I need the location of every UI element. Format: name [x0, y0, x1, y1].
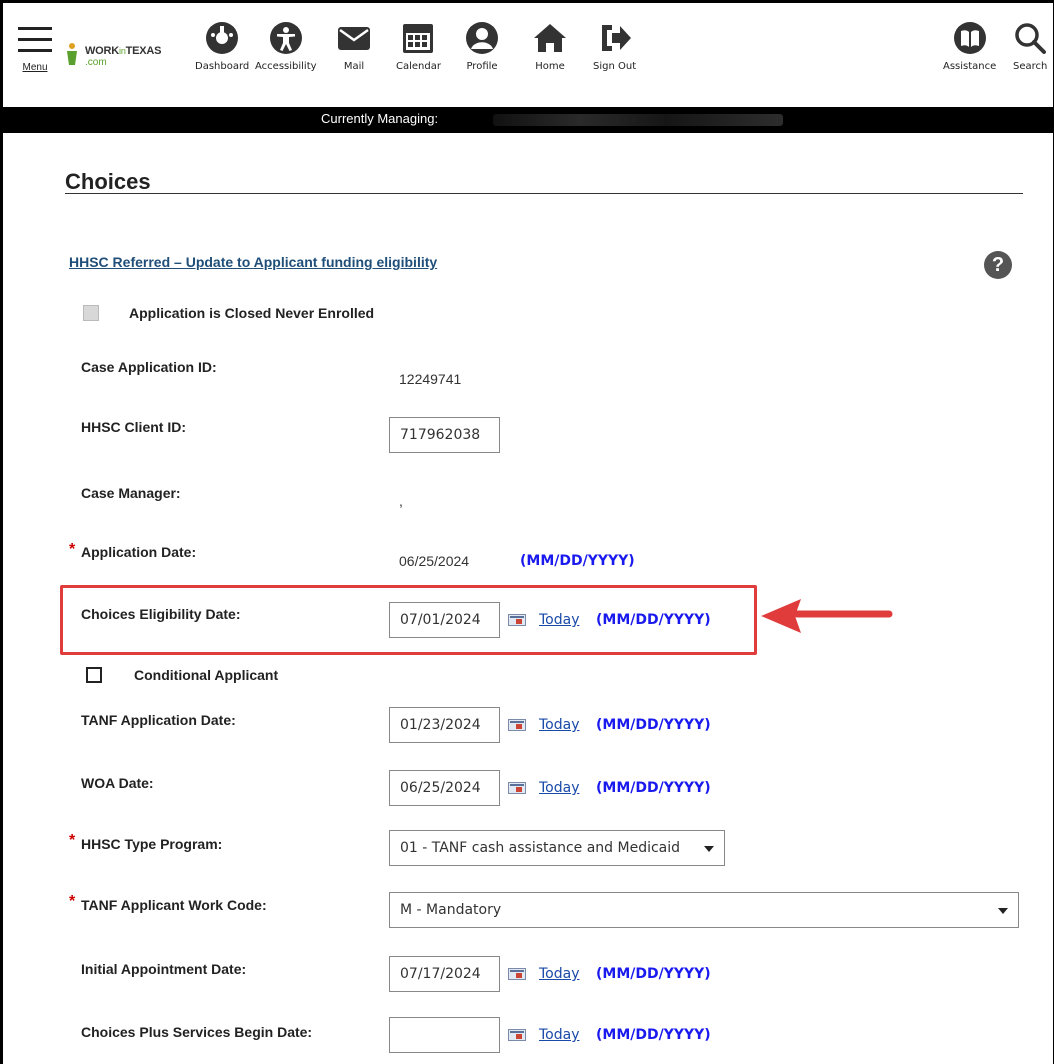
initial-appointment-date-format: (MM/DD/YYYY): [596, 966, 711, 982]
logo-in: in: [119, 46, 126, 56]
woa-date-label: WOA Date:: [81, 775, 154, 791]
page-title: Choices: [65, 169, 151, 194]
red-arrow-icon: [761, 599, 893, 633]
nav-dashboard-label: Dashboard: [195, 61, 250, 72]
case-manager-label: Case Manager:: [81, 485, 181, 501]
initial-appointment-date-label: Initial Appointment Date:: [81, 961, 247, 977]
hhsc-type-program-label: HHSC Type Program:: [81, 836, 223, 852]
hamburger-icon: [18, 27, 52, 52]
title-divider: [65, 193, 1023, 194]
nav-home[interactable]: Home: [533, 21, 567, 72]
application-date-format: (MM/DD/YYYY): [520, 553, 635, 569]
nav-accessibility-label: Accessibility: [255, 61, 317, 72]
choices-plus-begin-date-field[interactable]: [389, 1017, 500, 1053]
redacted-name: [493, 114, 783, 126]
case-manager-value: ,: [399, 493, 403, 509]
nav-accessibility[interactable]: Accessibility: [255, 21, 317, 72]
search-icon: [1015, 23, 1047, 54]
calendar-icon: [403, 24, 434, 53]
hhsc-type-program-select[interactable]: 01 - TANF cash assistance and Medicaid: [389, 830, 725, 866]
choices-plus-begin-date-label: Choices Plus Services Begin Date:: [81, 1024, 313, 1040]
menu-button[interactable]: Menu: [17, 25, 53, 73]
accessibility-icon: [269, 22, 302, 54]
closed-never-enrolled-checkbox[interactable]: [83, 305, 99, 321]
nav-profile-label: Profile: [466, 61, 498, 72]
required-marker: *: [69, 832, 76, 849]
logo-figure-icon: [67, 43, 77, 65]
application-date-value: 06/25/2024: [399, 553, 470, 569]
choices-plus-begin-date-format: (MM/DD/YYYY): [596, 1027, 711, 1043]
dropdown-caret-icon: [998, 908, 1008, 914]
managing-banner: Currently Managing:: [3, 107, 1053, 133]
choices-plus-today-link[interactable]: Today: [539, 1027, 580, 1043]
woa-today-link[interactable]: Today: [539, 780, 580, 796]
tanf-application-date-format: (MM/DD/YYYY): [596, 717, 711, 733]
calendar-picker-icon[interactable]: [508, 1029, 526, 1041]
tanf-application-date-field[interactable]: 01/23/2024: [389, 707, 500, 743]
currently-managing-label: Currently Managing:: [321, 111, 439, 126]
nav-calendar-label: Calendar: [396, 61, 441, 72]
tanf-work-code-label: TANF Applicant Work Code:: [81, 897, 267, 913]
logo-texas: TEXAS: [125, 45, 162, 57]
dashboard-gauge-icon: [206, 22, 239, 54]
sign-out-icon: [601, 25, 631, 51]
nav-dashboard[interactable]: Dashboard: [195, 21, 249, 72]
woa-date-format: (MM/DD/YYYY): [596, 780, 711, 796]
hhsc-type-program-value: 01 - TANF cash assistance and Medicaid: [400, 840, 681, 856]
logo-work: WORK: [85, 45, 120, 57]
nav-sign-out-label: Sign Out: [593, 61, 637, 72]
nav-sign-out[interactable]: Sign Out: [593, 21, 636, 72]
workintexas-logo[interactable]: WORKinTEXAS .com: [67, 41, 162, 68]
tanf-work-code-select[interactable]: M - Mandatory: [389, 892, 1019, 928]
tanf-application-date-label: TANF Application Date:: [81, 712, 236, 728]
nav-search[interactable]: Search: [1013, 21, 1047, 72]
woa-date-field[interactable]: 06/25/2024: [389, 770, 500, 806]
conditional-applicant-label: Conditional Applicant: [134, 667, 279, 683]
calendar-picker-icon[interactable]: [508, 782, 526, 794]
menu-label: Menu: [22, 62, 48, 73]
mail-icon: [338, 27, 370, 50]
hhsc-client-id-label: HHSC Client ID:: [81, 419, 186, 435]
calendar-picker-icon[interactable]: [508, 719, 526, 731]
nav-search-label: Search: [1013, 61, 1048, 72]
nav-calendar[interactable]: Calendar: [396, 21, 441, 72]
nav-assistance[interactable]: Assistance: [943, 21, 996, 72]
assistance-book-icon: [953, 22, 986, 54]
app-window: Menu WORKinTEXAS .com Dashboard Accessib…: [0, 0, 1054, 1064]
highlight-box: [60, 585, 757, 655]
closed-never-enrolled-label: Application is Closed Never Enrolled: [129, 305, 375, 321]
home-icon: [534, 24, 566, 52]
conditional-applicant-checkbox[interactable]: [86, 667, 102, 683]
nav-mail[interactable]: Mail: [337, 21, 371, 72]
tanf-work-code-value: M - Mandatory: [400, 902, 502, 918]
tanf-application-today-link[interactable]: Today: [539, 717, 580, 733]
required-marker: *: [69, 893, 76, 910]
profile-icon: [466, 22, 498, 54]
application-date-label: Application Date:: [81, 544, 197, 560]
hhsc-client-id-field[interactable]: 717962038: [389, 417, 500, 453]
nav-mail-label: Mail: [343, 61, 365, 72]
initial-appointment-date-field[interactable]: 07/17/2024: [389, 956, 500, 992]
nav-profile[interactable]: Profile: [465, 21, 499, 72]
help-question-icon[interactable]: ?: [984, 251, 1012, 279]
initial-appointment-today-link[interactable]: Today: [539, 966, 580, 982]
case-application-id-value: 12249741: [399, 371, 462, 387]
case-application-id-label: Case Application ID:: [81, 359, 217, 375]
top-navigation: Menu WORKinTEXAS .com Dashboard Accessib…: [3, 3, 1053, 105]
required-marker: *: [69, 541, 76, 558]
hhsc-referred-link[interactable]: HHSC Referred – Update to Applicant fund…: [69, 254, 437, 270]
dropdown-caret-icon: [704, 846, 714, 852]
nav-assistance-label: Assistance: [943, 61, 997, 72]
calendar-picker-icon[interactable]: [508, 968, 526, 980]
nav-home-label: Home: [535, 61, 565, 72]
